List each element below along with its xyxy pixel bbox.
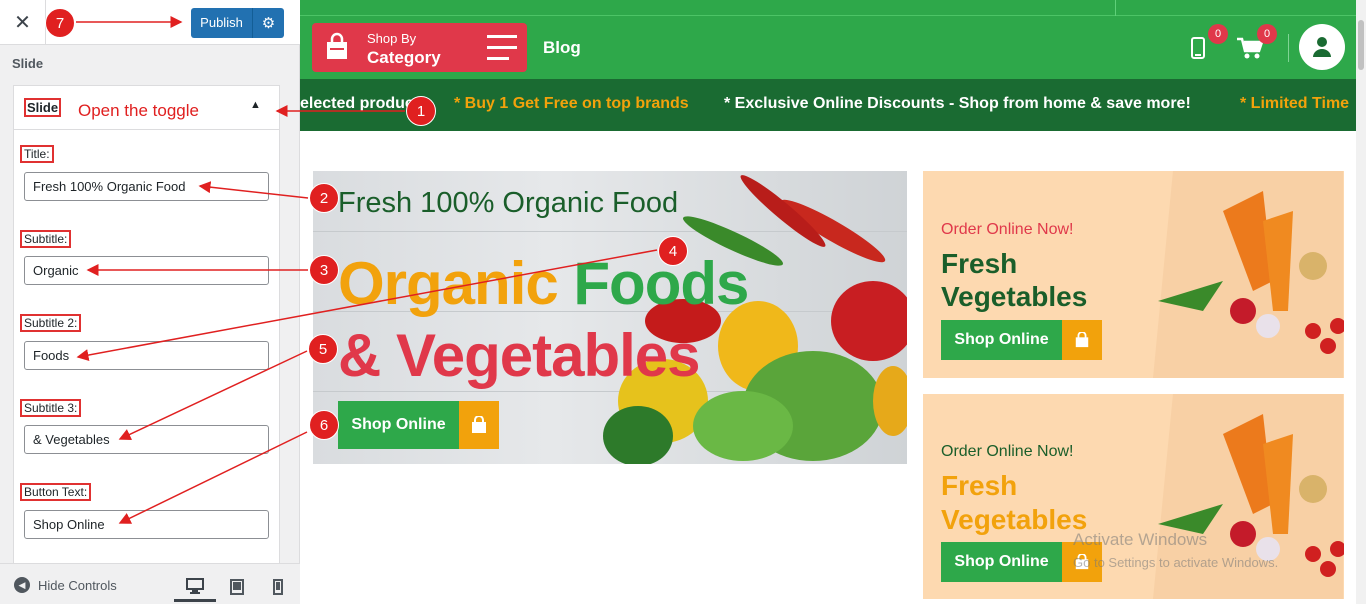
promo-pretitle: Order Online Now! — [941, 221, 1074, 238]
hide-controls-button[interactable]: ◀ Hide Controls — [14, 577, 117, 593]
sidebar-footer: ◀ Hide Controls — [0, 563, 300, 604]
tablet-preview-button[interactable] — [216, 572, 258, 602]
site-preview: Shop By Category Blog 0 0 elected produc… — [300, 0, 1356, 604]
subtitle2-field[interactable]: Foods — [24, 341, 269, 370]
subtitle-field[interactable]: Organic — [24, 256, 269, 285]
annotation-marker: 3 — [309, 255, 339, 285]
hero-shop-button[interactable]: Shop Online — [338, 401, 499, 449]
annotation-marker: 4 — [658, 236, 688, 266]
promo-shop-button-label: Shop Online — [941, 320, 1062, 360]
publish-label: Publish — [191, 8, 253, 38]
promo-title-line2: Vegetables — [941, 504, 1088, 535]
shop-by-category-button[interactable]: Shop By Category — [312, 23, 527, 72]
toggle-arrow-icon[interactable]: ▲ — [250, 99, 261, 111]
shopping-bag-icon — [327, 32, 347, 59]
hero-subtitle: Organic — [338, 250, 559, 317]
hide-controls-label: Hide Controls — [38, 577, 117, 593]
mobile-phone-icon — [1191, 37, 1205, 59]
subtitle2-field-label: Subtitle 2: — [19, 314, 82, 332]
promo-title-line1: Fresh — [941, 470, 1018, 501]
annotation-marker: 7 — [45, 8, 75, 38]
ticker-item: * Limited Time — [1240, 95, 1350, 112]
hero-title: Fresh 100% Organic Food — [338, 187, 679, 219]
shopping-bag-icon — [1062, 320, 1102, 360]
wishlist-button[interactable] — [1190, 36, 1206, 65]
promo-pretitle: Order Online Now! — [941, 443, 1074, 460]
promo-title-line2: Vegetables — [941, 281, 1088, 312]
desktop-icon — [186, 577, 204, 594]
hero-slide: Fresh 100% Organic Food Organic Foods & … — [313, 171, 907, 464]
button-text-field[interactable]: Shop Online — [24, 510, 269, 539]
cart-count-badge: 0 — [1257, 24, 1277, 44]
slide-panel: Slide ▲ Title: Fresh 100% Organic Food S… — [13, 85, 280, 565]
activation-watermark-title: Activate Windows — [1073, 530, 1208, 549]
mobile-icon — [273, 579, 283, 595]
hamburger-icon — [487, 35, 517, 68]
promo-shop-button[interactable]: Shop Online — [941, 320, 1102, 360]
shop-by-label: Shop By — [367, 31, 417, 46]
top-bar — [300, 0, 1356, 16]
customizer-sidebar: ✕ Publish ⚙ Slide Slide ▲ Title: Fresh 1… — [0, 0, 300, 604]
promo-shop-button-label: Shop Online — [941, 542, 1062, 582]
annotation-open-toggle: Open the toggle — [78, 101, 199, 120]
title-field[interactable]: Fresh 100% Organic Food — [24, 172, 269, 201]
close-icon: ✕ — [14, 12, 31, 34]
gear-icon[interactable]: ⚙ — [253, 14, 284, 32]
subtitle3-field-label: Subtitle 3: — [19, 399, 82, 417]
tablet-icon — [230, 579, 244, 595]
announcement-ticker: elected products * Buy 1 Get Free on top… — [300, 79, 1356, 131]
vegetables-bag-image — [1153, 171, 1344, 378]
annotation-marker: 2 — [309, 183, 339, 213]
subtitle-field-label: Subtitle: — [19, 230, 72, 248]
annotation-marker: 6 — [309, 410, 339, 440]
nav-link-blog[interactable]: Blog — [543, 38, 581, 58]
promo-banner: Order Online Now! Fresh Vegetables Shop … — [923, 171, 1344, 378]
ticker-item: * Buy 1 Get Free on top brands — [454, 95, 689, 112]
publish-button[interactable]: Publish ⚙ — [191, 8, 284, 38]
shopping-bag-icon — [459, 401, 499, 449]
hero-subtitle3: & Vegetables — [338, 322, 701, 389]
section-title: Slide — [12, 56, 44, 71]
annotation-marker: 1 — [406, 96, 436, 126]
wishlist-count-badge: 0 — [1208, 24, 1228, 44]
promo-title-line1: Fresh — [941, 248, 1018, 279]
user-icon — [1313, 37, 1331, 57]
collapse-icon: ◀ — [14, 577, 30, 593]
mobile-preview-button[interactable] — [257, 572, 299, 602]
account-button[interactable] — [1299, 24, 1345, 70]
ticker-item: * Exclusive Online Discounts - Shop from… — [724, 95, 1191, 112]
activation-watermark-text: Go to Settings to activate Windows. — [1073, 555, 1279, 570]
title-field-label: Title: — [20, 145, 54, 163]
hero-shop-button-label: Shop Online — [338, 401, 459, 449]
button-text-field-label: Button Text: — [19, 483, 92, 501]
slide-panel-title: Slide — [23, 98, 62, 117]
annotation-marker: 5 — [308, 334, 338, 364]
close-button[interactable]: ✕ — [0, 0, 46, 45]
main-navigation: Shop By Category Blog 0 0 — [300, 16, 1356, 79]
hero-subtitle-line: Organic Foods — [338, 249, 749, 318]
scrollbar[interactable] — [1356, 0, 1366, 604]
subtitle3-field[interactable]: & Vegetables — [24, 425, 269, 454]
desktop-preview-button[interactable] — [174, 572, 216, 602]
category-label: Category — [367, 48, 441, 67]
